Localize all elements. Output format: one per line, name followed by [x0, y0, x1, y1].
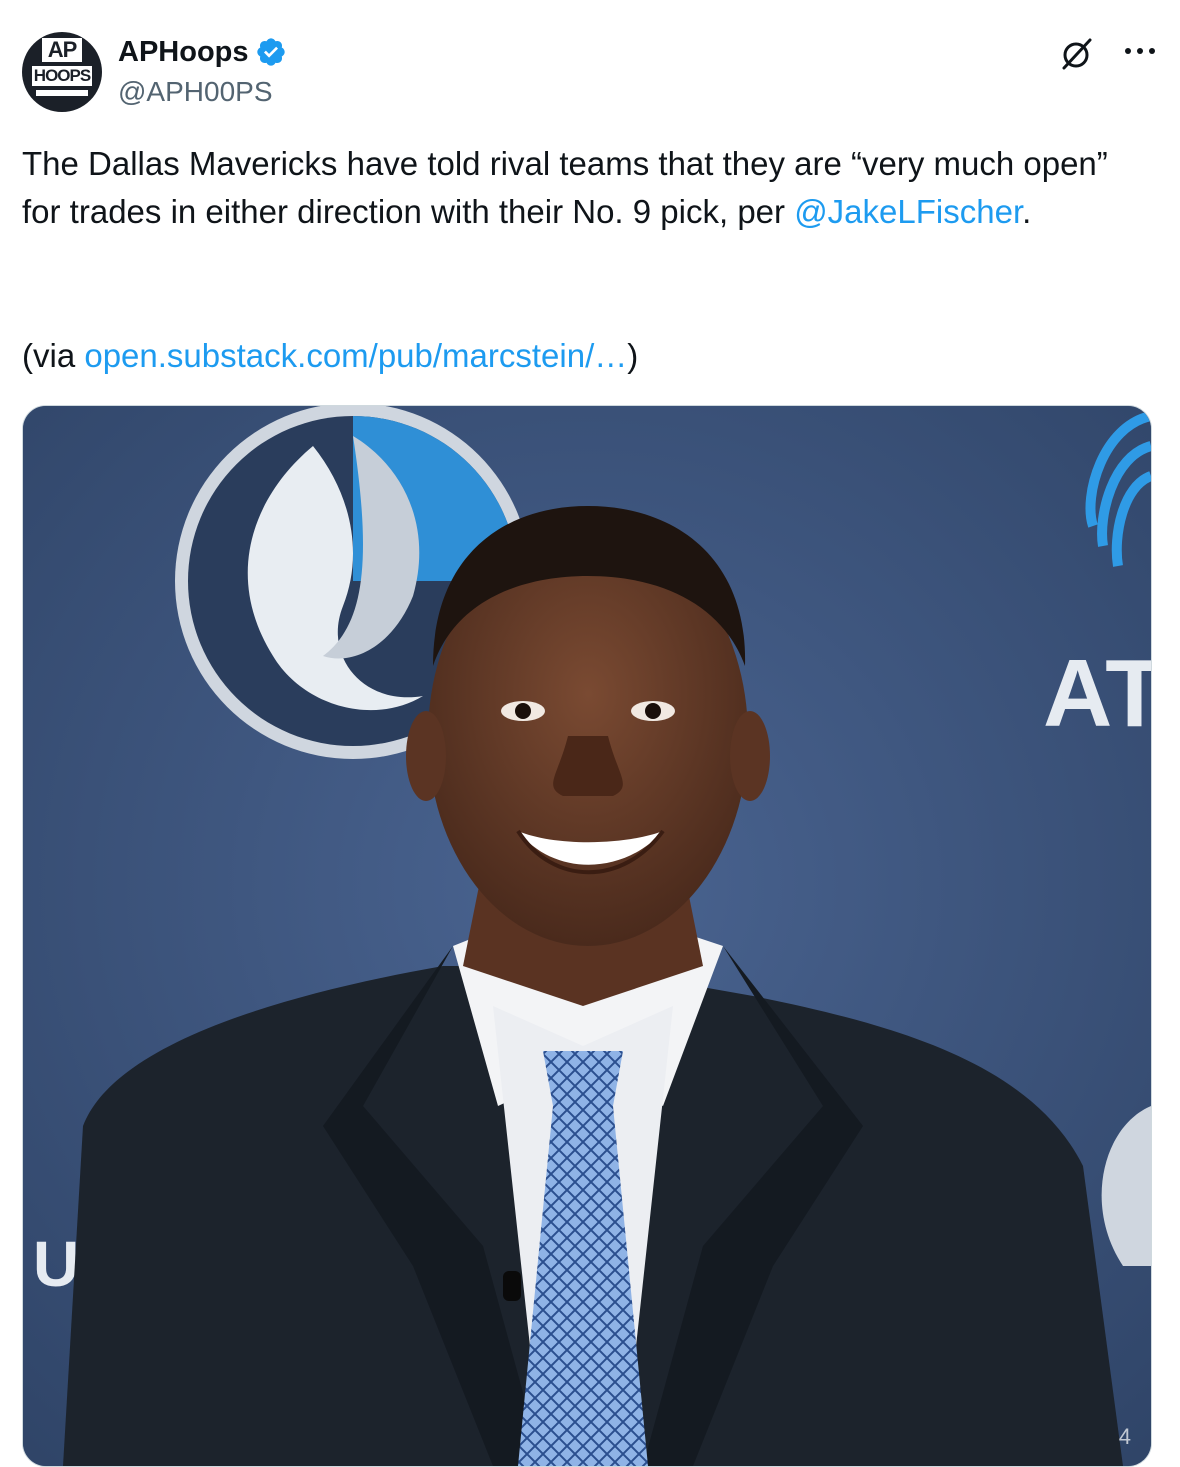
mention-link[interactable]: @JakeLFischer	[794, 193, 1022, 230]
tweet-photo[interactable]: AT U	[22, 405, 1152, 1467]
via-prefix: (via	[22, 337, 85, 374]
via-link[interactable]: open.substack.com/pub/marcstein/…	[84, 337, 627, 374]
att-backdrop-text: AT	[1043, 640, 1151, 747]
avatar-tagline-bar	[36, 90, 88, 96]
account-handle[interactable]: @APH00PS	[118, 76, 273, 108]
via-suffix: )	[627, 337, 639, 374]
grok-icon[interactable]	[1056, 34, 1096, 74]
verified-badge-icon	[256, 38, 285, 66]
avatar-text-hoops: HOOPS	[32, 66, 92, 86]
via-line: (via open.substack.com/pub/marcstein/…)	[22, 332, 638, 380]
avatar[interactable]: AP HOOPS	[22, 32, 102, 112]
more-options-icon[interactable]	[1122, 36, 1158, 66]
display-name-row: APHoops	[118, 34, 287, 70]
photo-illustration: AT U	[23, 406, 1151, 1466]
display-name[interactable]: APHoops	[118, 36, 249, 69]
left-backdrop-text: U	[33, 1228, 79, 1300]
corner-mark: 4	[1118, 1424, 1131, 1449]
tweet-body: The Dallas Mavericks have told rival tea…	[22, 140, 1142, 236]
tweet-header: AP HOOPS APHoops @APH00PS	[22, 32, 1158, 114]
tweet-text-period: .	[1022, 193, 1032, 230]
avatar-text-ap: AP	[42, 38, 82, 62]
